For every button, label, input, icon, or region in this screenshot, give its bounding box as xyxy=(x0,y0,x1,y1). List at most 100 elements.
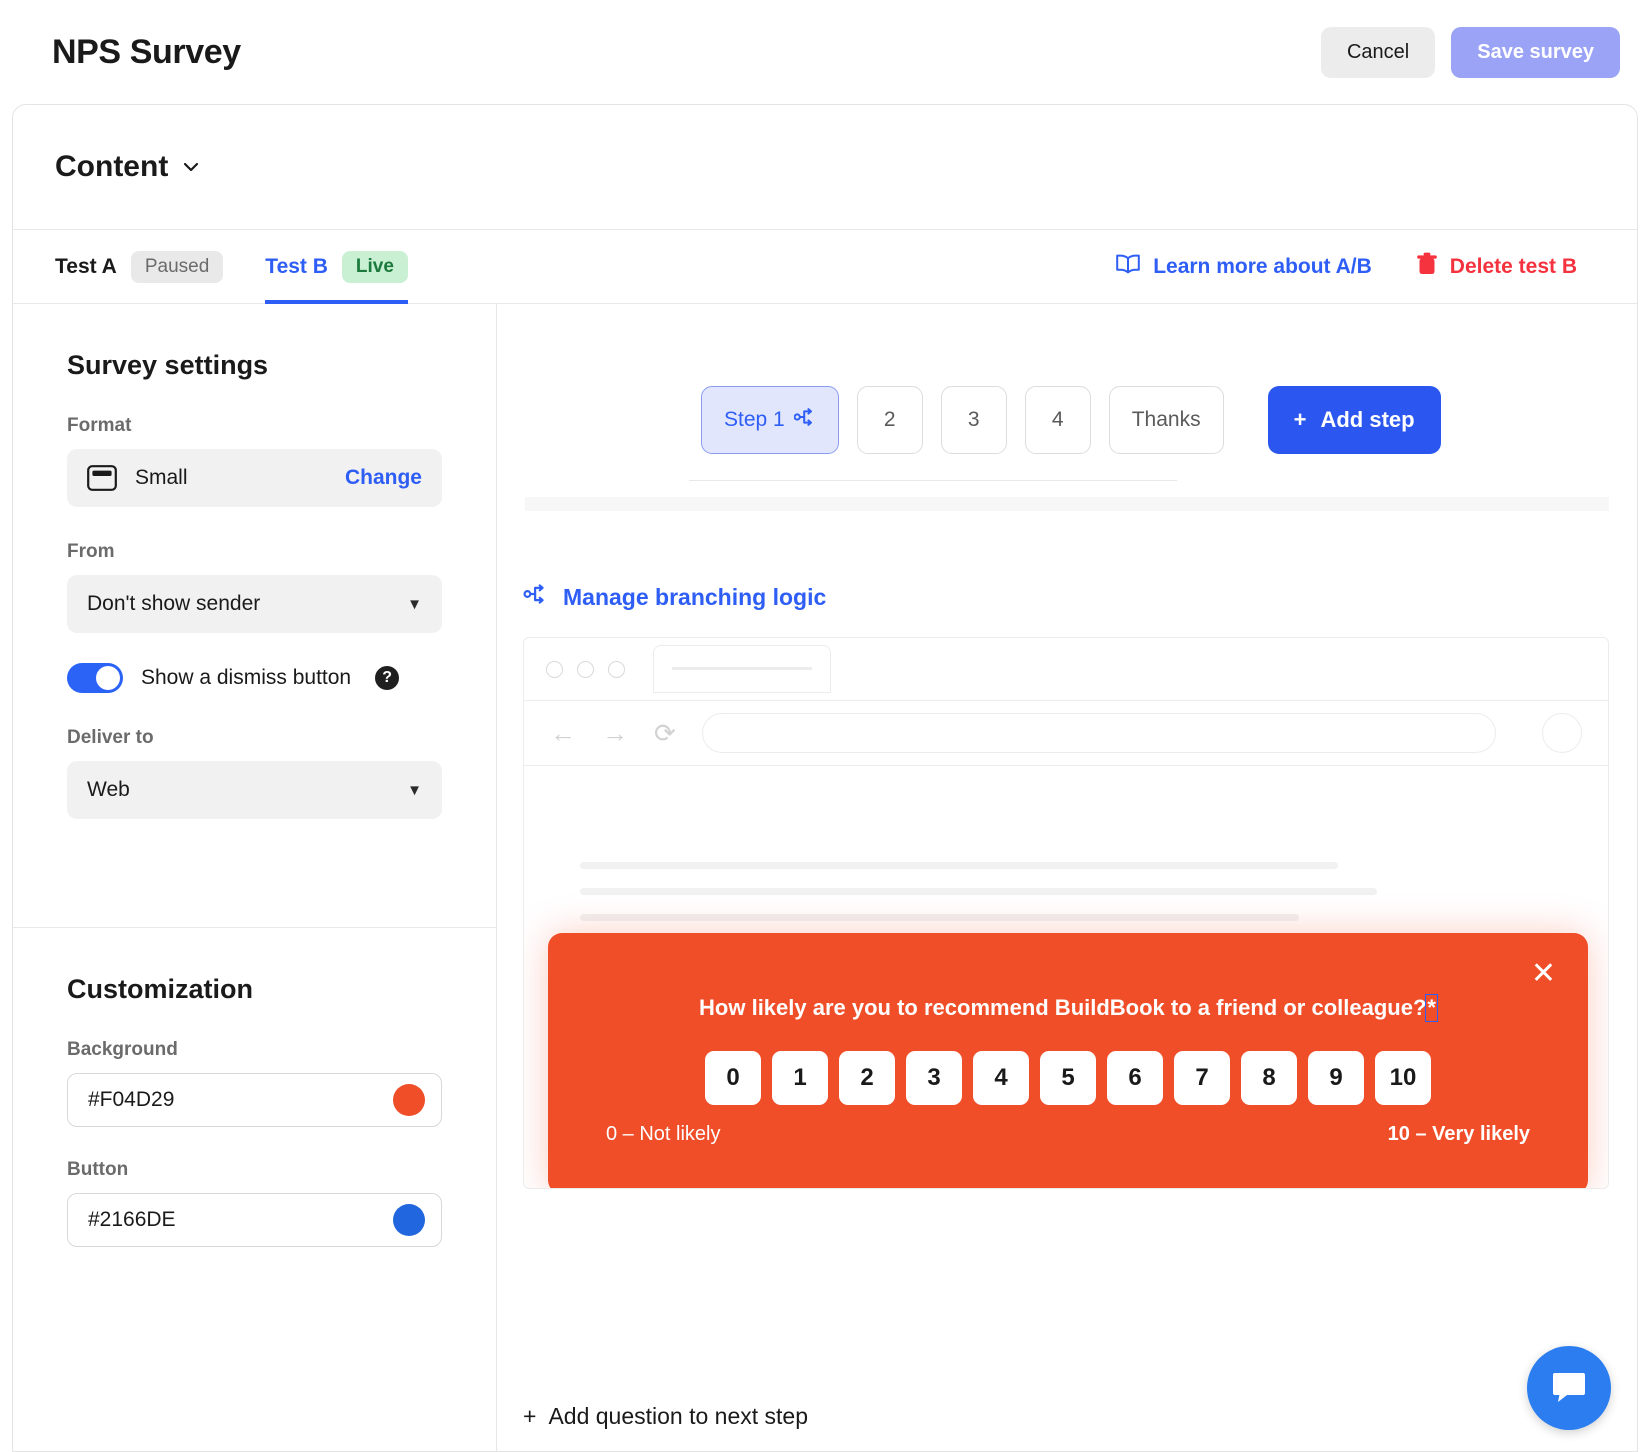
nps-option[interactable]: 5 xyxy=(1040,1051,1096,1105)
content-section-label: Content xyxy=(55,150,169,183)
from-select[interactable]: Don't show sender ▼ xyxy=(67,575,442,633)
background-label: Background xyxy=(67,1039,178,1060)
deliver-to-value: Web xyxy=(87,778,130,801)
nps-option[interactable]: 10 xyxy=(1375,1051,1431,1105)
deliver-to-label: Deliver to xyxy=(67,727,154,748)
nps-low-label: 0 – Not likely xyxy=(606,1123,721,1145)
step-tab-1[interactable]: Step 1 xyxy=(701,386,839,454)
window-dot-icon xyxy=(546,660,563,678)
close-icon[interactable]: ✕ xyxy=(1531,959,1556,989)
pane-placeholder-band xyxy=(525,497,1609,511)
tab-test-b-label: Test B xyxy=(265,254,328,278)
chat-icon xyxy=(1547,1364,1591,1413)
background-color-swatch[interactable] xyxy=(393,1084,425,1116)
nps-option[interactable]: 1 xyxy=(772,1051,828,1105)
button-color-value: #2166DE xyxy=(88,1208,176,1231)
settings-sidebar: Survey settings Format Small Change From… xyxy=(13,304,497,1451)
tab-test-a[interactable]: Test A Paused xyxy=(55,230,224,304)
required-marker: * xyxy=(1425,994,1438,1022)
manage-branching-logic-label: Manage branching logic xyxy=(563,583,827,610)
show-dismiss-button-toggle[interactable] xyxy=(67,663,123,693)
nps-scale-labels: 0 – Not likely 10 – Very likely xyxy=(548,1123,1588,1146)
book-icon xyxy=(1115,253,1141,281)
step-tabs: Step 1 2 3 4 Thanks + Add step xyxy=(497,304,1637,454)
chevron-down-icon xyxy=(182,158,200,176)
add-step-button[interactable]: + Add step xyxy=(1267,386,1441,454)
nps-scale: 0 1 2 3 4 5 6 7 8 9 10 xyxy=(548,1051,1588,1105)
from-value: Don't show sender xyxy=(87,592,261,615)
format-field[interactable]: Small Change xyxy=(67,449,442,507)
status-badge-live: Live xyxy=(341,250,408,283)
change-format-link[interactable]: Change xyxy=(345,466,422,490)
content-section-toggle[interactable]: Content xyxy=(55,150,200,184)
nps-option[interactable]: 3 xyxy=(906,1051,962,1105)
nps-option[interactable]: 2 xyxy=(839,1051,895,1105)
background-color-value: #F04D29 xyxy=(88,1088,175,1111)
editor-body: Survey settings Format Small Change From… xyxy=(13,304,1637,1451)
ab-bar-actions: Learn more about A/B Delete test B xyxy=(1115,252,1577,282)
nps-option[interactable]: 6 xyxy=(1107,1051,1163,1105)
learn-more-about-ab-link[interactable]: Learn more about A/B xyxy=(1115,253,1372,281)
save-survey-button[interactable]: Save survey xyxy=(1451,26,1620,78)
add-question-button[interactable]: + Add question to next step xyxy=(523,1403,808,1430)
page-title: NPS Survey xyxy=(52,32,241,71)
step-tab-1-label: Step 1 xyxy=(724,408,785,431)
delete-test-b-button[interactable]: Delete test B xyxy=(1416,252,1577,282)
top-bar-actions: Cancel Save survey xyxy=(1320,26,1620,78)
window-dot-icon xyxy=(577,660,594,678)
survey-settings-title: Survey settings xyxy=(67,350,269,380)
survey-question: How likely are you to recommend BuildBoo… xyxy=(548,994,1588,1022)
add-question-label: Add question to next step xyxy=(548,1403,809,1429)
small-format-icon xyxy=(87,465,117,491)
survey-settings-section: Survey settings Format Small Change From… xyxy=(13,304,496,875)
customization-section: Customization Background #F04D29 Button … xyxy=(13,927,496,1305)
nps-option[interactable]: 4 xyxy=(973,1051,1029,1105)
toggle-knob xyxy=(96,666,120,690)
url-input xyxy=(701,713,1496,753)
chevron-down-icon: ▼ xyxy=(407,595,422,613)
trash-icon xyxy=(1416,252,1438,282)
preview-pane: Step 1 2 3 4 Thanks + Add step Manage br… xyxy=(497,304,1637,1451)
editor-card: Content Test A Paused Test B Live Learn … xyxy=(12,104,1638,1452)
step-tab-thanks[interactable]: Thanks xyxy=(1108,386,1224,454)
tab-test-b[interactable]: Test B Live xyxy=(265,230,408,304)
plus-icon: + xyxy=(1293,407,1307,432)
background-color-field[interactable]: #F04D29 xyxy=(67,1073,442,1127)
manage-branching-logic-link[interactable]: Manage branching logic xyxy=(523,583,1637,611)
delete-test-b-label: Delete test B xyxy=(1449,254,1577,278)
plus-icon: + xyxy=(523,1403,537,1429)
format-label: Format xyxy=(67,415,132,436)
browser-urlbar: ← → ⟳ xyxy=(524,700,1608,766)
help-icon[interactable]: ? xyxy=(375,666,400,690)
browser-preview-mock: ← → ⟳ ✕ How likely are you to recommend … xyxy=(523,637,1609,1189)
step-tab-2[interactable]: 2 xyxy=(856,386,923,454)
chat-launcher-button[interactable] xyxy=(1527,1346,1611,1430)
browser-tab xyxy=(653,645,831,693)
step-tab-3[interactable]: 3 xyxy=(940,386,1007,454)
branching-icon xyxy=(523,583,549,611)
nps-option[interactable]: 7 xyxy=(1174,1051,1230,1105)
browser-tabbar xyxy=(524,638,1608,700)
format-value: Small xyxy=(135,466,188,489)
back-arrow-icon: ← xyxy=(550,717,576,748)
survey-preview: ✕ How likely are you to recommend BuildB… xyxy=(548,933,1588,1188)
tab-test-a-label: Test A xyxy=(55,254,117,278)
dismiss-toggle-label: Show a dismiss button xyxy=(141,666,352,689)
avatar xyxy=(1542,713,1582,753)
customization-title: Customization xyxy=(67,974,253,1004)
button-color-field[interactable]: #2166DE xyxy=(67,1193,442,1247)
deliver-to-select[interactable]: Web ▼ xyxy=(67,761,442,819)
step-tab-4[interactable]: 4 xyxy=(1024,386,1091,454)
nps-option[interactable]: 9 xyxy=(1308,1051,1364,1105)
learn-more-label: Learn more about A/B xyxy=(1153,254,1372,278)
dismiss-button-row: Show a dismiss button ? xyxy=(67,663,442,693)
nps-option[interactable]: 8 xyxy=(1241,1051,1297,1105)
button-color-swatch[interactable] xyxy=(393,1204,425,1236)
step-tabs-underline xyxy=(689,480,1177,481)
nps-option[interactable]: 0 xyxy=(705,1051,761,1105)
forward-arrow-icon: → xyxy=(602,717,628,748)
cancel-button[interactable]: Cancel xyxy=(1320,26,1436,78)
add-step-label: Add step xyxy=(1320,407,1415,432)
chevron-down-icon: ▼ xyxy=(407,781,422,799)
from-label: From xyxy=(67,541,115,562)
